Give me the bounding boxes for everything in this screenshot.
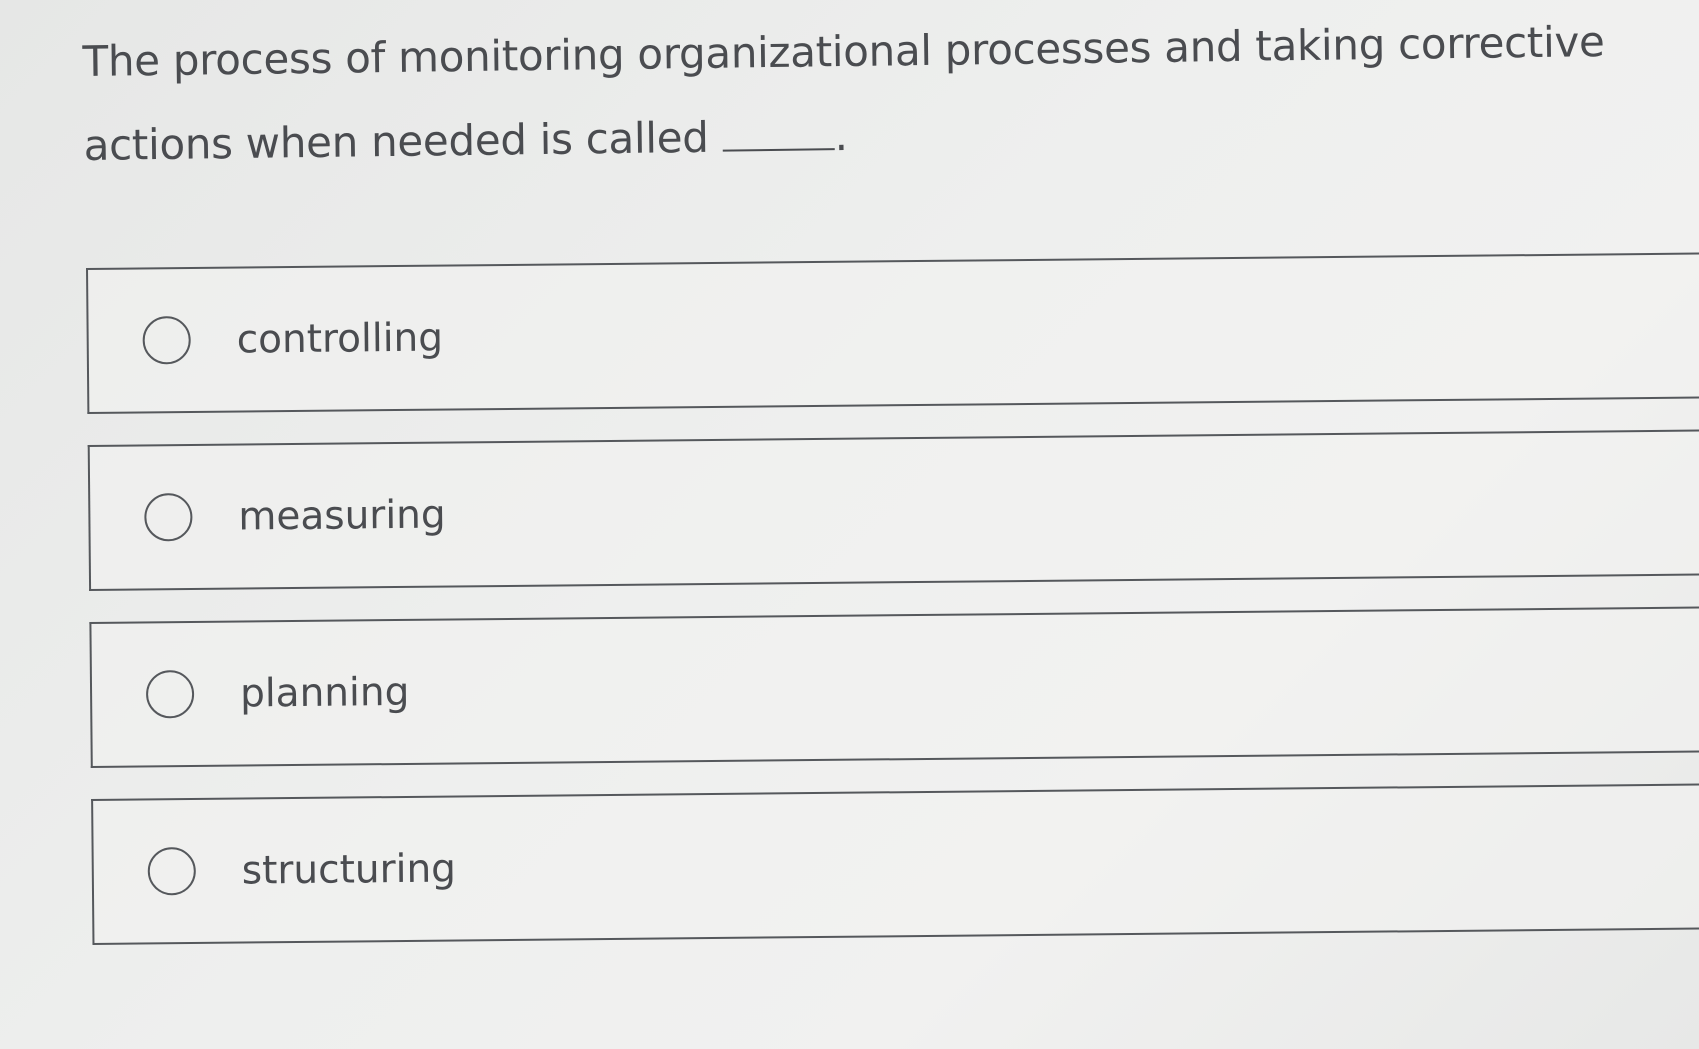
radio-button-icon[interactable] (145, 669, 195, 719)
option-structuring[interactable]: structuring (91, 782, 1699, 945)
option-label: structuring (241, 845, 457, 894)
option-planning[interactable]: planning (89, 605, 1699, 768)
option-measuring[interactable]: measuring (87, 428, 1699, 591)
radio-button-icon[interactable] (144, 492, 193, 542)
option-label: planning (239, 669, 410, 717)
option-controlling[interactable]: controlling (86, 251, 1699, 414)
option-label: controlling (236, 315, 444, 363)
radio-button-icon[interactable] (142, 315, 191, 365)
question-period: . (834, 110, 848, 161)
radio-button-icon[interactable] (147, 846, 197, 896)
quiz-screen: The process of monitoring organizational… (0, 0, 1699, 1049)
answer-options: controlling measuring planning structuri… (86, 251, 1699, 976)
question-prompt: The process of monitoring organizational… (82, 0, 1684, 188)
answer-blank (722, 118, 835, 152)
option-label: measuring (238, 492, 446, 540)
